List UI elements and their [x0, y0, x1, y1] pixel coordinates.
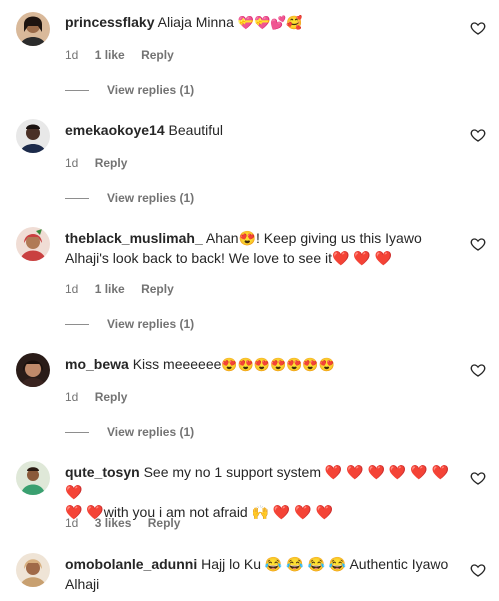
comment-emoji: 😍😍😍😍😍😍😍 [221, 357, 335, 372]
avatar[interactable] [16, 12, 50, 46]
heart-outline-icon[interactable] [470, 127, 486, 143]
avatar[interactable] [16, 353, 50, 387]
comment-text-line1: Hajj lo Ku 😂 😂 😂 😂 Authentic Iyawo [197, 556, 449, 572]
replies-divider [65, 324, 89, 326]
comment-time: 1d [65, 390, 79, 404]
avatar[interactable] [16, 227, 50, 261]
reply-button[interactable]: Reply [95, 390, 128, 404]
avatar[interactable] [16, 553, 50, 587]
comment-text-line2: Alhaji [65, 576, 100, 592]
comment-meta: 1d 1 like Reply [65, 281, 187, 297]
heart-outline-icon[interactable] [470, 20, 486, 36]
view-replies-button[interactable]: View replies (1) [65, 190, 194, 206]
comment-text: Kiss meeeeee [128, 356, 222, 372]
avatar[interactable] [16, 461, 50, 495]
heart-outline-icon[interactable] [470, 562, 486, 578]
comment-text: Beautiful [164, 122, 224, 138]
comment-time: 1d [65, 282, 79, 296]
reply-button[interactable]: Reply [95, 156, 128, 170]
comment-meta: 1d Reply [65, 389, 140, 405]
comment-text-line1: Ahan😍! Keep giving us this Iyawo [202, 230, 422, 246]
comment-username[interactable]: mo_bewa [65, 356, 129, 372]
view-replies-label: View replies (1) [107, 191, 195, 205]
comment-time: 1d [65, 516, 79, 530]
comment-likes[interactable]: 1 like [95, 48, 125, 62]
heart-outline-icon[interactable] [470, 236, 486, 252]
replies-divider [65, 90, 89, 92]
view-replies-label: View replies (1) [107, 317, 195, 331]
view-replies-label: View replies (1) [107, 425, 195, 439]
comment-username[interactable]: qute_tosyn [65, 464, 140, 480]
comment-likes[interactable]: 3 likes [95, 516, 132, 530]
reply-button[interactable]: Reply [141, 48, 174, 62]
comment-time: 1d [65, 48, 79, 62]
comment-emoji: 💝💝💕🥰 [237, 15, 303, 30]
comment-time: 1d [65, 156, 79, 170]
comment-likes[interactable]: 1 like [95, 282, 125, 296]
reply-button[interactable]: Reply [148, 516, 181, 530]
view-replies-label: View replies (1) [107, 83, 195, 97]
comment-meta: 1d 3 likes Reply [65, 515, 193, 531]
replies-divider [65, 432, 89, 434]
view-replies-button[interactable]: View replies (1) [65, 82, 194, 98]
comment-username[interactable]: theblack_muslimah_ [65, 230, 203, 246]
comment-meta: 1d 1 like Reply [65, 47, 187, 63]
heart-outline-icon[interactable] [470, 470, 486, 486]
comment-meta: 1d Reply [65, 155, 140, 171]
comment-text-line2: Alhaji's look back to back! We love to s… [65, 250, 393, 266]
comment-username[interactable]: princessflaky [65, 14, 155, 30]
comment-username[interactable]: emekaokoye14 [65, 122, 165, 138]
reply-button[interactable]: Reply [141, 282, 174, 296]
comment-username[interactable]: omobolanle_adunni [65, 556, 197, 572]
comment-text: Aliaja Minna [154, 14, 238, 30]
replies-divider [65, 198, 89, 200]
avatar[interactable] [16, 119, 50, 153]
heart-outline-icon[interactable] [470, 362, 486, 378]
view-replies-button[interactable]: View replies (1) [65, 316, 194, 332]
view-replies-button[interactable]: View replies (1) [65, 424, 194, 440]
